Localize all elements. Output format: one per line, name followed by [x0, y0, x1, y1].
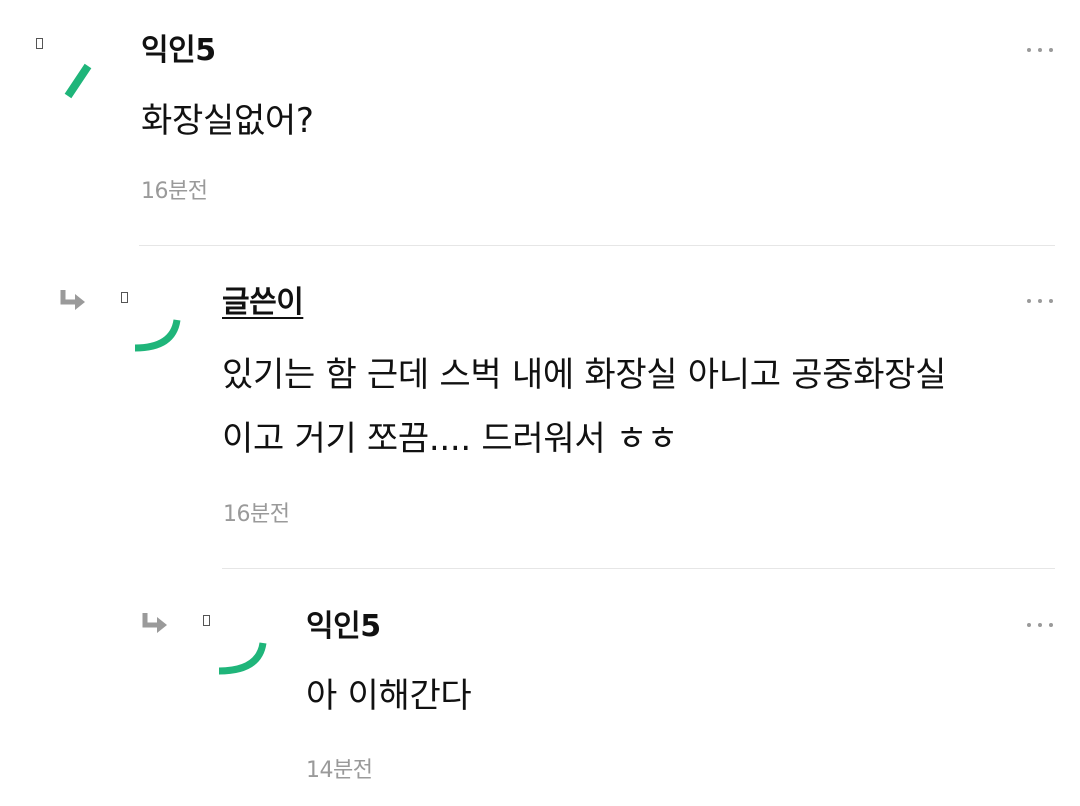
- more-dots-icon[interactable]: [1026, 618, 1056, 632]
- avatar-icon[interactable]: [203, 615, 267, 679]
- comment-author[interactable]: 익인5: [306, 609, 381, 645]
- comment-time: 14분전: [306, 758, 373, 783]
- comment-reply-item: 익인5 아 이해간다 14분전: [0, 0, 1080, 806]
- reply-arrow-icon: [142, 613, 167, 633]
- comment-text: 아 이해간다: [306, 676, 472, 716]
